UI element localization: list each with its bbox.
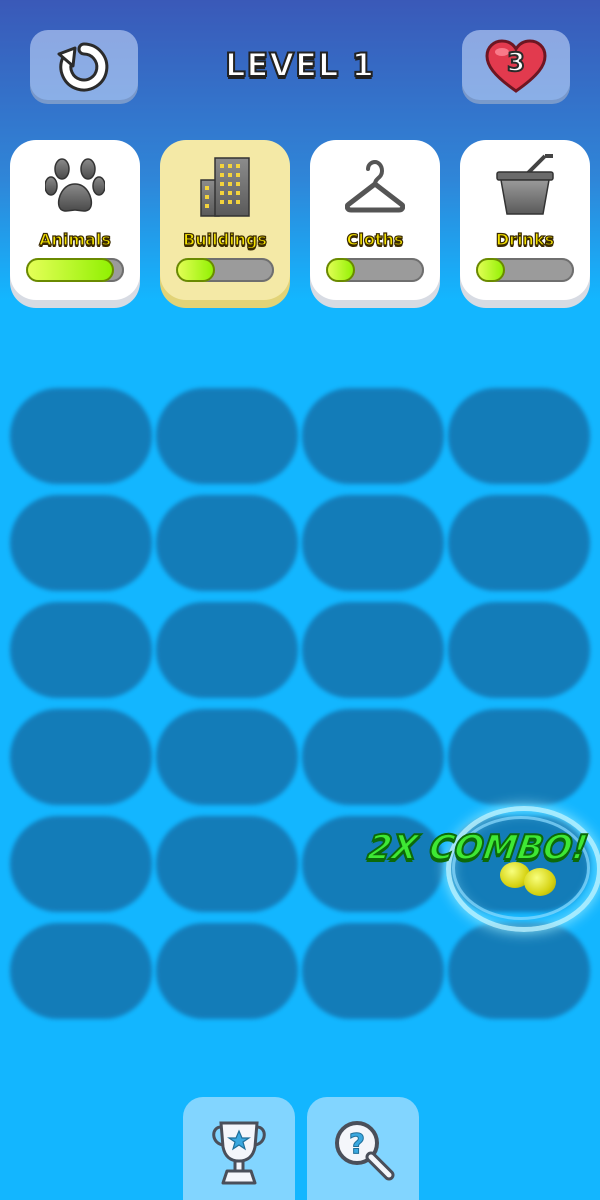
category-label: Animals [39, 229, 112, 249]
level-title: LEVEL 1 [224, 45, 375, 85]
category-card-cloths[interactable]: Cloths [310, 140, 440, 300]
lives-count: 3 [506, 47, 526, 79]
lives-button[interactable]: 3 [462, 30, 570, 104]
coin-icon [524, 868, 556, 896]
board-slot[interactable] [302, 495, 444, 591]
cup-icon [496, 154, 554, 215]
trophy-icon [212, 1121, 266, 1185]
progress-fill [326, 258, 356, 282]
board-slot[interactable] [302, 388, 444, 484]
paw-icon [45, 158, 105, 212]
progress-fill [26, 258, 115, 282]
restart-arrow-icon [57, 42, 109, 92]
category-label: Cloths [346, 229, 404, 249]
board-slot[interactable] [10, 602, 152, 698]
board-slot[interactable] [10, 816, 152, 912]
category-progress-bar [26, 258, 124, 282]
board-slot[interactable] [10, 495, 152, 591]
board-slot[interactable] [302, 602, 444, 698]
category-progress-bar [326, 258, 424, 282]
combo-text: 2X COMBO! [364, 827, 591, 869]
board-slot[interactable] [156, 495, 298, 591]
restart-button[interactable] [30, 30, 138, 104]
category-progress-bar [176, 258, 274, 282]
board-slot[interactable] [448, 388, 590, 484]
board-slot[interactable] [156, 388, 298, 484]
board-slot[interactable] [448, 923, 590, 1019]
progress-fill [176, 258, 216, 282]
trophy-button[interactable] [183, 1097, 295, 1200]
board-slot[interactable] [448, 709, 590, 805]
board-slot[interactable] [10, 388, 152, 484]
board-slot[interactable] [156, 602, 298, 698]
category-card-drinks[interactable]: Drinks [460, 140, 590, 300]
building-icon [200, 157, 250, 217]
board-slot[interactable] [10, 923, 152, 1019]
category-progress-bar [476, 258, 574, 282]
category-card-animals[interactable]: Animals [10, 140, 140, 300]
board-slot[interactable] [302, 709, 444, 805]
board-slot[interactable] [10, 709, 152, 805]
category-card-buildings[interactable]: Buildings [160, 140, 290, 300]
magnifier-question-icon: ? [335, 1121, 395, 1181]
board-slot[interactable] [302, 923, 444, 1019]
hanger-icon [345, 159, 405, 213]
board-slot[interactable] [156, 709, 298, 805]
board-slot[interactable] [448, 602, 590, 698]
board-slot[interactable] [448, 495, 590, 591]
category-label: Drinks [495, 229, 555, 249]
svg-text:?: ? [349, 1127, 365, 1160]
board-slot[interactable] [156, 923, 298, 1019]
board-slot[interactable] [156, 816, 298, 912]
progress-fill [476, 258, 506, 282]
category-label: Buildings [182, 229, 267, 249]
hint-button[interactable]: ? [307, 1097, 419, 1200]
